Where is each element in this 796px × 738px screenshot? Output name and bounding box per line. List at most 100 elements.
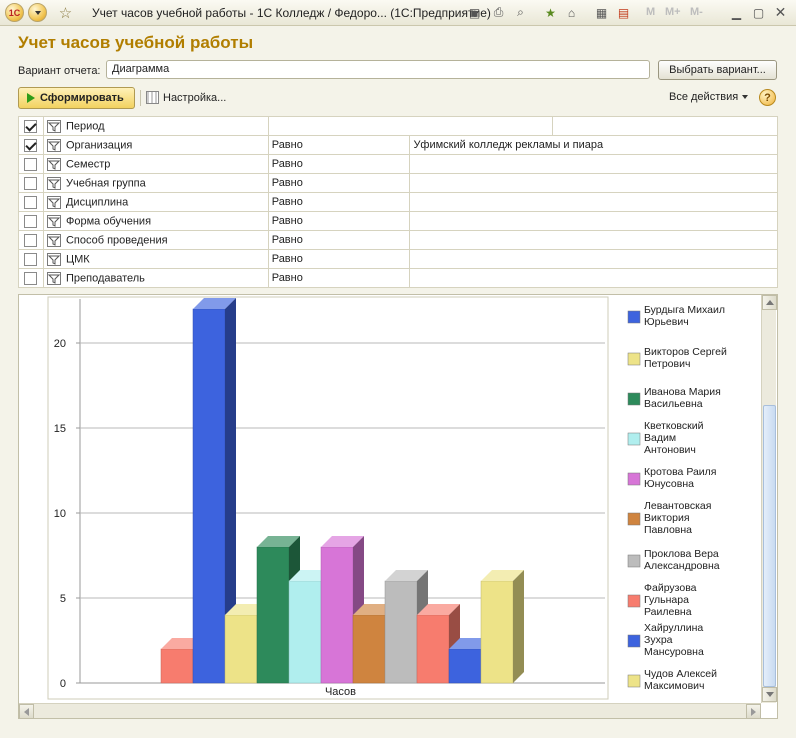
bar-chart: 0 5 10 15 20 Часов Бурдыга МихаилЮрьевич Виктор… — [47, 296, 727, 700]
filter-condition[interactable] — [267, 116, 554, 136]
legend-swatch — [627, 634, 641, 648]
filter-icon — [46, 271, 61, 285]
filter-condition[interactable]: Равно — [267, 154, 411, 174]
vertical-scrollbar[interactable] — [761, 295, 777, 703]
filter-value[interactable] — [409, 249, 778, 269]
scroll-thumb[interactable] — [763, 405, 776, 687]
generate-button[interactable]: Сформировать — [18, 87, 135, 109]
legend-label: Бурдыга Михаил — [644, 304, 725, 316]
filter-condition[interactable]: Равно — [267, 249, 411, 269]
filter-icon — [46, 176, 61, 190]
filter-condition[interactable]: Равно — [267, 135, 411, 155]
filter-checkbox[interactable] — [24, 252, 38, 266]
calculator-icon[interactable]: ▦ — [593, 4, 610, 21]
bar — [480, 580, 514, 684]
legend-label: Хайруллина — [644, 622, 703, 634]
filter-icon — [46, 214, 61, 228]
filter-value[interactable]: Уфимский колледж рекламы и пиара — [409, 135, 778, 155]
filter-field: Преподаватель — [65, 271, 145, 284]
legend-label: Максимович — [644, 680, 705, 692]
variant-label: Вариант отчета: — [18, 65, 101, 77]
minimize-icon[interactable]: ▁ — [728, 4, 745, 21]
legend-label: Александровна — [644, 560, 720, 572]
filter-condition[interactable]: Равно — [267, 211, 411, 231]
filter-condition[interactable]: Равно — [267, 192, 411, 212]
memory-subtract-button[interactable]: M- — [690, 6, 703, 18]
y-tick-label: 20 — [54, 338, 66, 350]
legend-swatch — [627, 674, 641, 688]
filter-checkbox[interactable] — [24, 214, 38, 228]
memory-button[interactable]: M — [646, 6, 655, 18]
filter-condition[interactable]: Равно — [267, 230, 411, 250]
filter-row[interactable]: Форма обучения Равно — [18, 211, 778, 231]
filter-checkbox[interactable] — [24, 271, 38, 285]
legend-label: Вадим — [644, 432, 676, 444]
window-title: Учет часов учебной работы - 1С Колледж /… — [92, 6, 491, 20]
play-icon — [27, 93, 35, 103]
filter-checkbox[interactable] — [24, 138, 38, 152]
filter-field: Способ проведения — [65, 233, 168, 246]
filter-condition[interactable]: Равно — [267, 173, 411, 193]
filter-field: Период — [65, 119, 105, 132]
legend-label: Файрузова — [644, 582, 697, 594]
filter-row[interactable]: Организация Равно Уфимский колледж рекламы… — [18, 135, 778, 155]
arrow-left-icon — [24, 707, 29, 716]
filter-value[interactable] — [409, 268, 778, 288]
choose-variant-button[interactable]: Выбрать вариант... — [658, 60, 777, 80]
bar — [224, 614, 258, 684]
all-actions-menu[interactable]: Все действия — [669, 91, 749, 103]
add-to-favorites-icon[interactable]: ★ — [542, 4, 559, 21]
close-icon[interactable]: ✕ — [772, 4, 789, 21]
help-icon[interactable]: ? — [759, 89, 776, 106]
scroll-right-button[interactable] — [746, 704, 761, 719]
filter-value[interactable] — [409, 211, 778, 231]
filter-value[interactable] — [409, 173, 778, 193]
variant-input[interactable]: Диаграмма — [106, 60, 650, 79]
filter-row[interactable]: Семестр Равно — [18, 154, 778, 174]
bar — [416, 614, 450, 684]
filter-row[interactable]: Период — [18, 116, 778, 136]
app-logo-icon[interactable]: 1С — [5, 3, 24, 22]
favorites-star-icon[interactable]: ☆ — [57, 4, 74, 22]
filter-checkbox[interactable] — [24, 195, 38, 209]
legend-label: Васильевна — [644, 398, 703, 410]
filter-field: Форма обучения — [65, 214, 152, 227]
legend-label: Юрьевич — [644, 316, 689, 328]
filter-row[interactable]: ЦМК Равно — [18, 249, 778, 269]
scroll-down-button[interactable] — [762, 687, 777, 702]
filter-checkbox[interactable] — [24, 233, 38, 247]
print-icon[interactable]: ⎙ — [490, 4, 507, 21]
legend-label: Павловна — [644, 524, 692, 536]
save-icon[interactable]: ▣ — [466, 4, 483, 21]
filter-condition[interactable]: Равно — [267, 268, 411, 288]
filter-value[interactable] — [409, 192, 778, 212]
filter-icon — [46, 138, 61, 152]
legend-label: Проклова Вера — [644, 548, 719, 560]
scroll-left-button[interactable] — [19, 704, 34, 719]
maximize-icon[interactable]: ▢ — [750, 4, 767, 21]
filter-row[interactable]: Способ проведения Равно — [18, 230, 778, 250]
legend-swatch — [627, 392, 641, 406]
settings-button[interactable]: Настройка... — [146, 91, 226, 104]
filter-value[interactable] — [409, 230, 778, 250]
links-icon[interactable]: ⌂ — [563, 4, 580, 21]
filter-row[interactable]: Преподаватель Равно — [18, 268, 778, 288]
filter-checkbox[interactable] — [24, 119, 38, 133]
filter-value[interactable] — [409, 154, 778, 174]
filter-row[interactable]: Учебная группа Равно — [18, 173, 778, 193]
print-preview-icon[interactable]: ⌕ — [512, 4, 529, 21]
filter-checkbox[interactable] — [24, 157, 38, 171]
horizontal-scrollbar[interactable] — [19, 703, 761, 719]
chart-panel: 0 5 10 15 20 Часов Бурдыга Михаил Юрьевич Виктор… — [18, 294, 778, 719]
legend-swatch — [627, 472, 641, 486]
filter-value-empty — [552, 116, 778, 136]
legend-label: Викторов Сергей — [644, 346, 727, 358]
main-menu-icon[interactable] — [28, 3, 47, 22]
filter-row[interactable]: Дисциплина Равно — [18, 192, 778, 212]
bar — [320, 546, 354, 684]
calendar-icon[interactable]: ▤ — [615, 4, 632, 21]
filter-checkbox[interactable] — [24, 176, 38, 190]
memory-add-button[interactable]: M+ — [665, 6, 681, 18]
settings-label: Настройка... — [163, 91, 227, 104]
scroll-up-button[interactable] — [762, 295, 777, 310]
